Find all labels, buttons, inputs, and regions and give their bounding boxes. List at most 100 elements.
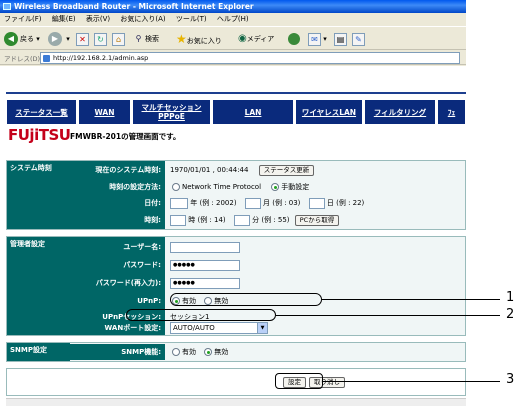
- forward-arrow-icon: ▶: [48, 32, 62, 46]
- callout-number-3: 3: [506, 372, 515, 387]
- snmp-enable-radio[interactable]: [172, 348, 180, 356]
- ie-icon: [3, 3, 11, 10]
- hour-hint: 時 (例 : 14): [188, 216, 226, 224]
- nav-lan[interactable]: LAN: [212, 99, 294, 125]
- callout-apply: [275, 373, 323, 389]
- menu-file[interactable]: ファイル(F): [4, 13, 42, 25]
- current-time-label: 現在のシステム時刻:: [70, 162, 165, 178]
- nav-more[interactable]: ﾌｪ: [437, 99, 466, 125]
- media-label: メディア: [246, 35, 275, 43]
- password-confirm-row: ●●●●●: [170, 275, 240, 291]
- address-label: アドレス(D): [4, 55, 41, 63]
- horizontal-scrollbar[interactable]: [6, 398, 466, 406]
- window-title: Wireless Broadband Router - Microsoft In…: [14, 2, 254, 11]
- history-icon: [288, 33, 300, 45]
- menu-help[interactable]: ヘルプ(H): [217, 13, 249, 25]
- get-from-pc-button[interactable]: PCから取得: [294, 214, 340, 226]
- toolbar: ◀ 戻る ▾ ▶ ▾ ✕ ↻ ⌂ ⚲ 検索 ★お気に入り ◉メディア ✉ ▾ ▤ ✎: [0, 26, 466, 50]
- snmp-disable-label: 無効: [214, 348, 229, 356]
- fujitsu-logo: FUjiTSU: [8, 126, 71, 144]
- media-button[interactable]: ◉メディア: [238, 31, 274, 47]
- star-icon: ★: [176, 32, 187, 46]
- search-button[interactable]: ⚲ 検索: [132, 31, 159, 47]
- callout-upnp-session: [126, 309, 276, 321]
- back-label: 戻る: [20, 35, 34, 43]
- day-input[interactable]: [308, 197, 325, 209]
- leader-line-3: [323, 381, 500, 382]
- figure-root: Wireless Broadband Router - Microsoft In…: [0, 0, 520, 406]
- password-confirm-input[interactable]: ●●●●●: [170, 277, 240, 289]
- snmp-enable-label: 有効: [182, 348, 196, 356]
- stop-icon: ✕: [76, 32, 89, 46]
- nav-wan[interactable]: WAN: [78, 99, 131, 125]
- date-row: 年 (例 : 2002) 月 (例 : 03) 日 (例 : 22): [170, 195, 364, 211]
- upnp-label: UPnP:: [70, 293, 165, 309]
- media-icon: ◉: [238, 33, 247, 44]
- manual-radio[interactable]: [271, 183, 280, 191]
- menu-tools[interactable]: ツール(T): [176, 13, 207, 25]
- snmp-heading: SNMP設定: [7, 343, 70, 361]
- refresh-button[interactable]: ↻: [94, 31, 107, 47]
- user-name-label: ユーザー名:: [70, 239, 165, 255]
- history-button[interactable]: [288, 31, 302, 47]
- mail-button[interactable]: ✉ ▾: [308, 31, 327, 47]
- print-button[interactable]: ▤: [334, 31, 347, 47]
- year-input[interactable]: [170, 197, 188, 209]
- edit-button[interactable]: ✎: [352, 31, 365, 47]
- ntp-radio[interactable]: [172, 183, 180, 191]
- menu-favorites[interactable]: お気に入り(A): [120, 13, 165, 25]
- minute-input[interactable]: [233, 214, 250, 226]
- favorites-button[interactable]: ★お気に入り: [176, 31, 222, 47]
- home-icon: ⌂: [112, 32, 125, 46]
- search-icon: ⚲: [135, 33, 142, 43]
- day-hint: 日 (例 : 22): [326, 199, 365, 207]
- title-bar: Wireless Broadband Router - Microsoft In…: [0, 0, 466, 13]
- minute-hint: 分 (例 : 55): [252, 216, 290, 224]
- manual-label: 手動設定: [281, 183, 310, 191]
- ntp-label: Network Time Protocol: [182, 183, 262, 191]
- menu-view[interactable]: 表示(V): [86, 13, 110, 25]
- leader-line-2: [276, 315, 500, 316]
- password-label: パスワード:: [70, 257, 165, 273]
- callout-number-1: 1: [506, 290, 515, 305]
- wan-port-label: WANポート設定:: [70, 321, 165, 335]
- status-update-button[interactable]: ステータス更新: [258, 164, 315, 176]
- snmp-disable-radio[interactable]: [204, 348, 213, 356]
- home-button[interactable]: ⌂: [112, 31, 125, 47]
- nav-status[interactable]: ステータス一覧: [6, 99, 77, 125]
- password-input[interactable]: ●●●●●: [170, 259, 240, 271]
- search-label: 検索: [145, 35, 159, 43]
- leader-line-1: [322, 299, 500, 300]
- address-bar: アドレス(D) http://192.168.2.1/admin.asp: [0, 51, 466, 65]
- current-time-value: 1970/01/01 , 00:44:44: [170, 166, 249, 174]
- callout-number-2: 2: [506, 307, 515, 322]
- snmp-section: SNMP設定 SNMP機能: 有効 無効: [6, 342, 466, 362]
- address-input[interactable]: http://192.168.2.1/admin.asp: [40, 52, 460, 64]
- system-time-heading: システム時刻: [7, 161, 70, 229]
- footer-section: 設定 取り消し: [6, 368, 466, 396]
- nav-multisession[interactable]: マルチセッションPPPoE: [132, 99, 211, 125]
- address-url: http://192.168.2.1/admin.asp: [53, 54, 149, 62]
- browser-window: Wireless Broadband Router - Microsoft In…: [0, 0, 466, 406]
- forward-button[interactable]: ▶ ▾: [48, 31, 70, 47]
- back-button[interactable]: ◀ 戻る ▾: [4, 31, 40, 47]
- wan-port-row: AUTO/AUTO ▼: [170, 321, 268, 335]
- stop-button[interactable]: ✕: [76, 31, 89, 47]
- nav-wireless-lan[interactable]: ワイヤレスLAN: [295, 99, 363, 125]
- password-confirm-label: パスワード(再入力):: [70, 275, 165, 291]
- user-name-input[interactable]: [170, 241, 240, 253]
- wan-port-select[interactable]: AUTO/AUTO ▼: [170, 322, 268, 334]
- system-time-section: システム時刻 現在のシステム時刻: 1970/01/01 , 00:44:44 …: [6, 160, 466, 230]
- hour-input[interactable]: [170, 214, 186, 226]
- edit-icon: ✎: [352, 32, 365, 46]
- admin-section: 管理者設定 ユーザー名: パスワード: ●●●●● パスワード(再入力): ●●…: [6, 236, 466, 336]
- nav-filtering[interactable]: フィルタリング: [364, 99, 436, 125]
- month-input[interactable]: [244, 197, 261, 209]
- time-method-label: 時刻の設定方法:: [70, 179, 165, 195]
- favorites-label: お気に入り: [186, 37, 222, 45]
- time-label: 時刻:: [70, 212, 165, 228]
- page-heading: FMWBR-201の管理画面です。: [70, 132, 181, 141]
- mail-icon: ✉: [308, 32, 321, 46]
- menu-edit[interactable]: 編集(E): [52, 13, 76, 25]
- time-row: 時 (例 : 14) 分 (例 : 55) PCから取得: [170, 212, 340, 228]
